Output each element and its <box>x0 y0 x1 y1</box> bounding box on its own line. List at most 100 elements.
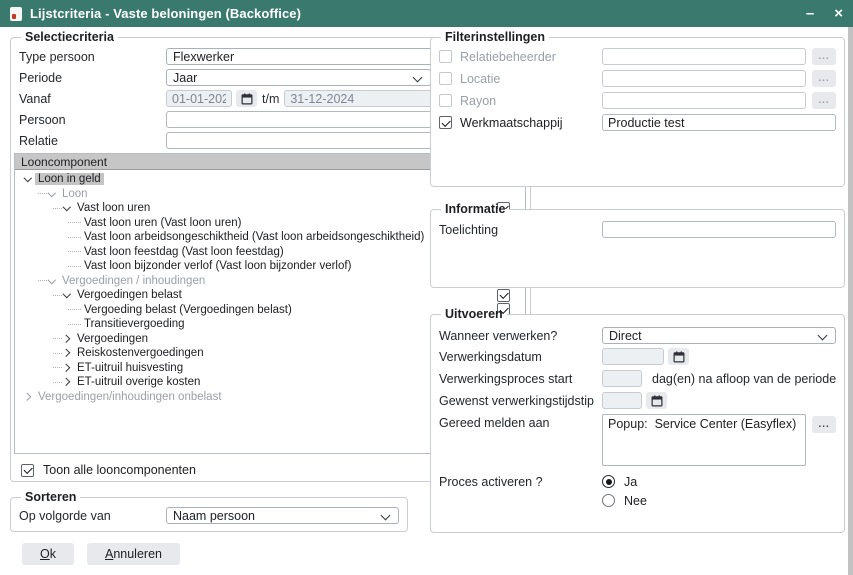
chevron-right-icon[interactable] <box>23 392 33 402</box>
filter-row: Rayon... <box>439 92 836 109</box>
toon-alle-checkbox[interactable] <box>21 464 34 477</box>
chevron-down-icon[interactable] <box>47 189 57 199</box>
volgorde-label: Op volgorde van <box>19 509 166 523</box>
ellipsis-icon: ... <box>818 98 829 104</box>
proces-activeren-nee-radio[interactable] <box>602 494 615 507</box>
filterinstellingen-group: Filterinstellingen Relatiebeheerder...Lo… <box>430 30 845 187</box>
filter-row: Werkmaatschappij <box>439 114 836 131</box>
tree-node-label[interactable]: Vast loon uren (Vast loon uren) <box>81 217 244 229</box>
filter-more-button[interactable]: ... <box>812 48 836 65</box>
tree-node-checkbox[interactable] <box>497 289 510 302</box>
relatie-label: Relatie <box>19 134 166 148</box>
tree-node[interactable]: Vergoedingen belast <box>15 288 525 303</box>
filter-more-button[interactable]: ... <box>812 70 836 87</box>
type-persoon-value: Flexwerker <box>173 50 234 64</box>
sorteren-group: Sorteren Op volgorde van Naam persoon <box>10 490 408 532</box>
wanneer-verwerken-select[interactable]: Direct <box>602 327 836 344</box>
chevron-down-icon[interactable] <box>47 276 57 286</box>
filter-row: Locatie... <box>439 70 836 87</box>
chevron-right-icon[interactable] <box>62 348 72 358</box>
filter-checkbox[interactable] <box>439 50 452 63</box>
tree-node-label[interactable]: Vergoedingen <box>74 333 151 345</box>
tree-guide-line <box>53 208 62 209</box>
calendar-icon <box>651 395 663 407</box>
tree-node[interactable]: Loon <box>15 187 525 202</box>
tree-guide-line <box>68 237 81 238</box>
tree-guide-line <box>68 309 81 310</box>
wanneer-verwerken-label: Wanneer verwerken? <box>439 329 602 343</box>
relatie-input[interactable] <box>166 132 457 149</box>
tree-guide-line <box>53 353 62 354</box>
toelichting-input[interactable] <box>602 221 836 238</box>
tree-node-label[interactable]: Vast loon arbeidsongeschiktheid (Vast lo… <box>81 231 427 243</box>
periode-label: Periode <box>19 71 166 85</box>
close-button[interactable]: × <box>834 6 843 21</box>
wanneer-verwerken-value: Direct <box>609 329 642 343</box>
periode-select[interactable]: Jaar <box>166 69 431 86</box>
tree-node-label[interactable]: Vergoeding belast (Vergoedingen belast) <box>81 304 295 316</box>
tree-node-label[interactable]: ET-uitruil huisvesting <box>74 362 186 374</box>
tree-node-label[interactable]: Vast loon feestdag (Vast loon feestdag) <box>81 246 287 258</box>
tree-guide-line <box>68 222 81 223</box>
chevron-down-icon[interactable] <box>62 290 72 300</box>
tree-guide-line <box>38 193 47 194</box>
gewenst-tijdstip-label: Gewenst verwerkingstijdstip <box>439 394 602 408</box>
gereed-melden-more-button[interactable]: ... <box>812 416 836 433</box>
filter-more-button[interactable]: ... <box>812 92 836 109</box>
filter-input <box>602 70 806 87</box>
persoon-input[interactable] <box>166 111 457 128</box>
tree-node-label[interactable]: Transitievergoeding <box>81 318 188 330</box>
filter-input[interactable] <box>602 114 836 131</box>
chevron-down-icon[interactable] <box>23 174 33 184</box>
verwerkingsproces-start-label: Verwerkingsproces start <box>439 372 602 386</box>
annuleren-button-label: Annuleren <box>105 547 162 561</box>
volgorde-select[interactable]: Naam persoon <box>166 507 399 524</box>
tree-node-label[interactable]: Vast loon uren <box>74 202 153 214</box>
verwerkingsdatum-label: Verwerkingsdatum <box>439 350 602 364</box>
gereed-melden-textarea[interactable]: Popup: Service Center (Easyflex) <box>602 414 806 466</box>
tree-node-label[interactable]: Reiskostenvergoedingen <box>74 347 207 359</box>
proces-activeren-label: Proces activeren ? <box>439 475 602 489</box>
sorteren-legend: Sorteren <box>21 490 80 504</box>
chevron-right-icon[interactable] <box>62 363 72 373</box>
tree-node-label[interactable]: Loon in geld <box>35 173 104 185</box>
gereed-melden-label: Gereed melden aan <box>439 416 602 430</box>
filter-input <box>602 48 806 65</box>
ok-button-label: Ok <box>40 547 56 561</box>
tree-guide-line <box>68 324 81 325</box>
calendar-from-button[interactable] <box>236 90 257 107</box>
ellipsis-icon: ... <box>819 422 830 428</box>
persoon-label: Persoon <box>19 113 166 127</box>
verwerkingsproces-start-input <box>602 370 642 387</box>
tree-node-label[interactable]: Vast loon bijzonder verlof (Vast loon bi… <box>81 260 354 272</box>
tree-node-label[interactable]: Loon <box>59 188 91 200</box>
proces-activeren-ja-radio[interactable] <box>602 475 615 488</box>
toelichting-label: Toelichting <box>439 223 602 237</box>
verwerkingsdatum-calendar-button[interactable] <box>668 348 689 365</box>
filter-row: Relatiebeheerder... <box>439 48 836 65</box>
informatie-legend: Informatie <box>441 202 509 216</box>
filter-checkbox[interactable] <box>439 116 452 129</box>
chevron-right-icon[interactable] <box>62 334 72 344</box>
ok-button[interactable]: Ok <box>22 543 74 565</box>
minimize-button[interactable]: – <box>806 6 814 21</box>
tree-guide-line <box>53 382 62 383</box>
tree-node-label[interactable]: ET-uitruil overige kosten <box>74 376 203 388</box>
tree-node-label[interactable]: Vergoedingen/inhoudingen onbelast <box>35 391 225 403</box>
type-persoon-label: Type persoon <box>19 50 166 64</box>
filter-checkbox[interactable] <box>439 94 452 107</box>
filter-label: Rayon <box>460 94 602 108</box>
volgorde-value: Naam persoon <box>173 509 255 523</box>
gewenst-tijdstip-calendar-button[interactable] <box>646 392 667 409</box>
tree-node-label[interactable]: Vergoedingen belast <box>74 289 185 301</box>
gewenst-tijdstip-input <box>602 392 642 409</box>
chevron-right-icon[interactable] <box>62 377 72 387</box>
tree-node-label[interactable]: Vergoedingen / inhoudingen <box>59 275 208 287</box>
filter-checkbox[interactable] <box>439 72 452 85</box>
annuleren-button[interactable]: Annuleren <box>87 543 180 565</box>
dagen-suffix-label: dag(en) na afloop van de periode <box>652 372 836 386</box>
chevron-down-icon[interactable] <box>62 203 72 213</box>
toon-alle-label: Toon alle looncomponenten <box>43 463 196 477</box>
filter-label: Werkmaatschappij <box>460 116 602 130</box>
filter-label: Locatie <box>460 72 602 86</box>
